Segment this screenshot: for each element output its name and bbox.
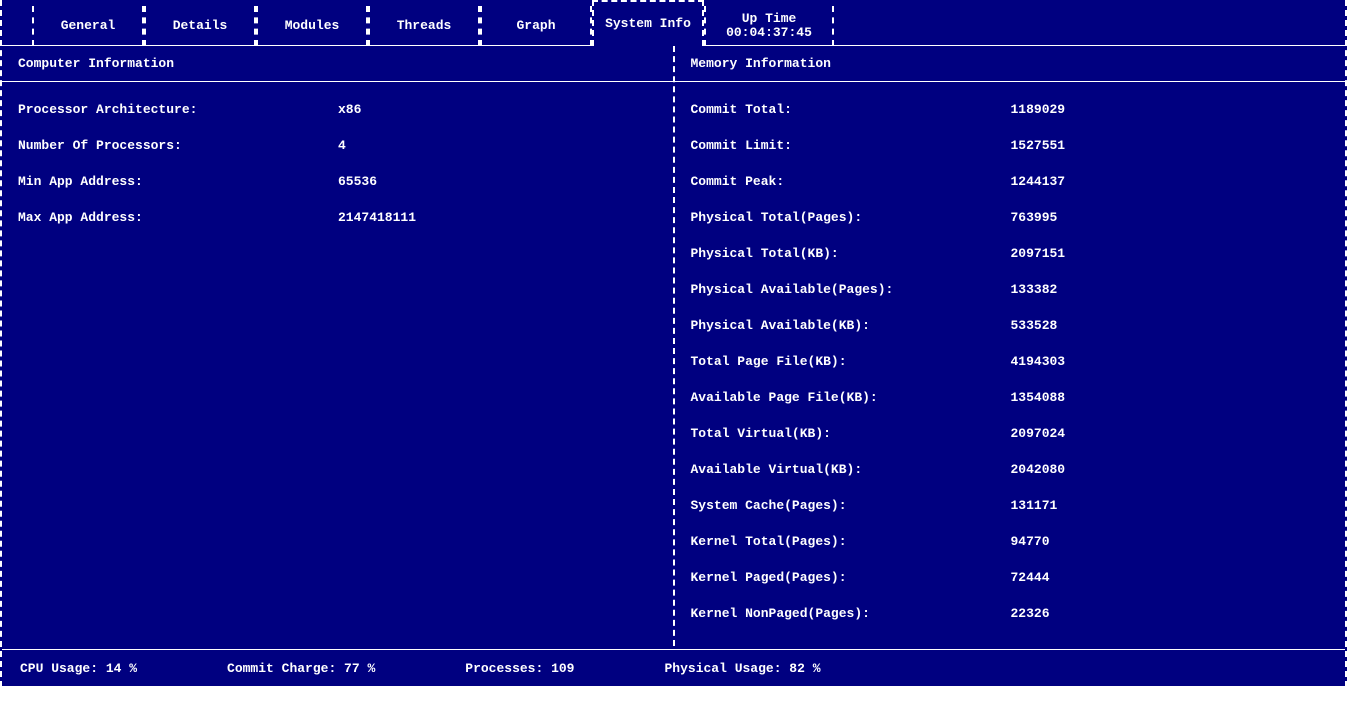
app-window: General Details Modules Threads Graph Sy… [0, 0, 1347, 687]
row-kernel-paged: Kernel Paged(Pages): 72444 [691, 570, 1330, 606]
label: Available Virtual(KB): [691, 462, 1011, 477]
row-commit-total: Commit Total: 1189029 [691, 102, 1330, 138]
value: 2147418111 [338, 210, 657, 225]
label: Commit Peak: [691, 174, 1011, 189]
row-physical-available-pages: Physical Available(Pages): 133382 [691, 282, 1330, 318]
label: Min App Address: [18, 174, 338, 189]
value: 1527551 [1011, 138, 1330, 153]
label: Physical Total(KB): [691, 246, 1011, 261]
tab-general[interactable]: General [32, 6, 144, 46]
tab-modules[interactable]: Modules [256, 6, 368, 46]
status-physical-usage: Physical Usage: 82 % [664, 661, 820, 676]
value: 2097151 [1011, 246, 1330, 261]
tab-bar: General Details Modules Threads Graph Sy… [2, 0, 1345, 46]
row-commit-limit: Commit Limit: 1527551 [691, 138, 1330, 174]
row-physical-total-kb: Physical Total(KB): 2097151 [691, 246, 1330, 282]
row-kernel-total: Kernel Total(Pages): 94770 [691, 534, 1330, 570]
tab-threads[interactable]: Threads [368, 6, 480, 46]
uptime-label: Up Time [742, 12, 797, 26]
label: Number Of Processors: [18, 138, 338, 153]
label: Total Virtual(KB): [691, 426, 1011, 441]
label: Kernel NonPaged(Pages): [691, 606, 1011, 621]
row-physical-available-kb: Physical Available(KB): 533528 [691, 318, 1330, 354]
status-processes: Processes: 109 [465, 661, 574, 676]
label: Processor Architecture: [18, 102, 338, 117]
value: 2097024 [1011, 426, 1330, 441]
row-total-virtual: Total Virtual(KB): 2097024 [691, 426, 1330, 462]
label: Physical Available(Pages): [691, 282, 1011, 297]
tab-system-info[interactable]: System Info [592, 0, 704, 46]
label: Kernel Total(Pages): [691, 534, 1011, 549]
label: Available Page File(KB): [691, 390, 1011, 405]
label: Kernel Paged(Pages): [691, 570, 1011, 585]
label: Physical Total(Pages): [691, 210, 1011, 225]
row-commit-peak: Commit Peak: 1244137 [691, 174, 1330, 210]
label: Total Page File(KB): [691, 354, 1011, 369]
row-system-cache: System Cache(Pages): 131171 [691, 498, 1330, 534]
value: 94770 [1011, 534, 1330, 549]
value: 4 [338, 138, 657, 153]
panel-memory-info: Memory Information Commit Total: 1189029… [675, 46, 1346, 646]
value: 1244137 [1011, 174, 1330, 189]
panel-title: Computer Information [18, 56, 174, 71]
label: Commit Total: [691, 102, 1011, 117]
value: 1189029 [1011, 102, 1330, 117]
status-commit-charge: Commit Charge: 77 % [227, 661, 375, 676]
panels: Computer Information Processor Architect… [2, 46, 1345, 646]
row-available-page-file: Available Page File(KB): 1354088 [691, 390, 1330, 426]
status-bar: CPU Usage: 14 % Commit Charge: 77 % Proc… [2, 649, 1345, 687]
value: 2042080 [1011, 462, 1330, 477]
row-total-page-file: Total Page File(KB): 4194303 [691, 354, 1330, 390]
value: 22326 [1011, 606, 1330, 621]
value: 4194303 [1011, 354, 1330, 369]
value: x86 [338, 102, 657, 117]
row-max-app-address: Max App Address: 2147418111 [18, 210, 657, 246]
panel-title: Memory Information [691, 56, 831, 71]
label: System Cache(Pages): [691, 498, 1011, 513]
row-physical-total-pages: Physical Total(Pages): 763995 [691, 210, 1330, 246]
row-available-virtual: Available Virtual(KB): 2042080 [691, 462, 1330, 498]
value: 65536 [338, 174, 657, 189]
row-number-of-processors: Number Of Processors: 4 [18, 138, 657, 174]
uptime-value: 00:04:37:45 [726, 26, 812, 40]
value: 763995 [1011, 210, 1330, 225]
row-kernel-nonpaged: Kernel NonPaged(Pages): 22326 [691, 606, 1330, 642]
panel-computer-info: Computer Information Processor Architect… [2, 46, 675, 646]
value: 131171 [1011, 498, 1330, 513]
value: 72444 [1011, 570, 1330, 585]
tab-details[interactable]: Details [144, 6, 256, 46]
row-processor-architecture: Processor Architecture: x86 [18, 102, 657, 138]
value: 1354088 [1011, 390, 1330, 405]
tab-uptime[interactable]: Up Time 00:04:37:45 [704, 6, 834, 46]
status-cpu-usage: CPU Usage: 14 % [20, 661, 137, 676]
value: 133382 [1011, 282, 1330, 297]
value: 533528 [1011, 318, 1330, 333]
row-min-app-address: Min App Address: 65536 [18, 174, 657, 210]
label: Physical Available(KB): [691, 318, 1011, 333]
label: Max App Address: [18, 210, 338, 225]
tab-graph[interactable]: Graph [480, 6, 592, 46]
label: Commit Limit: [691, 138, 1011, 153]
